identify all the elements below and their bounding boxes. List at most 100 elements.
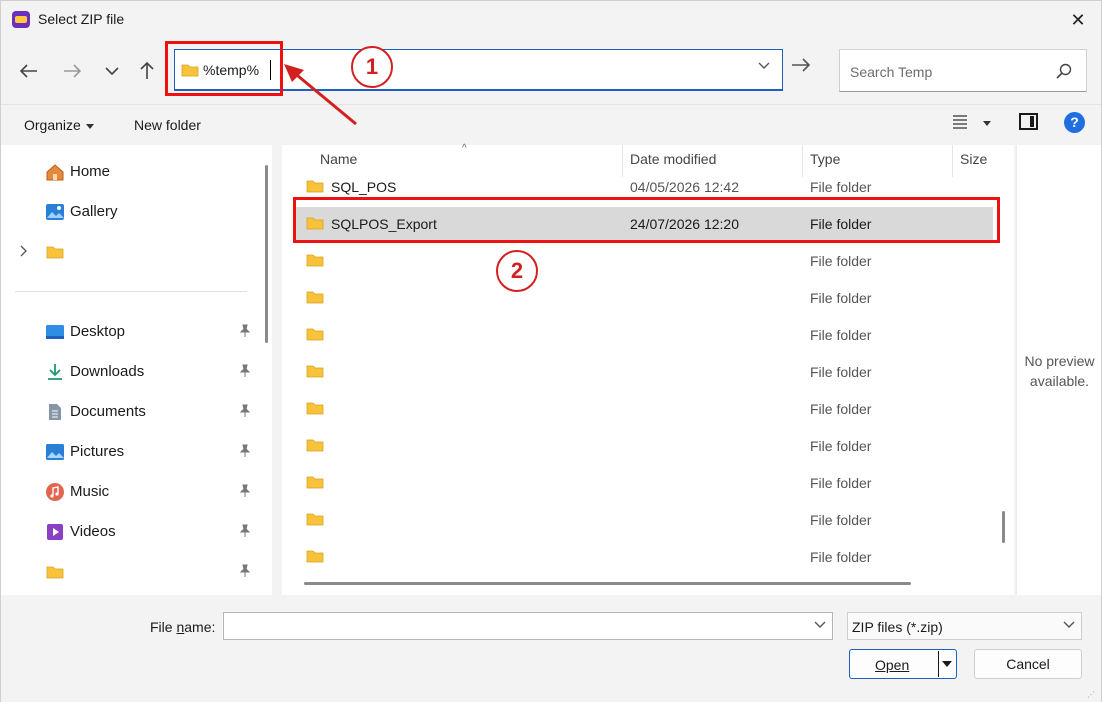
nav-item-pictures[interactable]: Pictures: [1, 437, 256, 467]
documents-icon: [45, 402, 65, 422]
nav-label: Pictures: [70, 443, 125, 460]
recent-locations-button[interactable]: [98, 57, 126, 85]
file-type: File folder: [810, 364, 872, 380]
nav-label: Gallery: [70, 203, 118, 220]
file-row[interactable]: File folder: [296, 540, 996, 574]
command-bar: Organize New folder: [1, 104, 1101, 144]
pin-icon[interactable]: [239, 564, 251, 578]
file-name-input[interactable]: [223, 612, 833, 640]
organize-label: Organize: [24, 117, 81, 133]
help-button[interactable]: ?: [1064, 112, 1085, 133]
open-button[interactable]: Open: [849, 649, 957, 679]
open-options-caret-icon[interactable]: [942, 661, 952, 667]
file-row[interactable]: File folder: [296, 318, 996, 352]
nav-item-videos[interactable]: Videos: [1, 517, 256, 547]
nav-label: Documents: [70, 403, 146, 420]
file-type: File folder: [810, 253, 872, 269]
resize-grip-icon[interactable]: ⋰: [1087, 690, 1095, 699]
nav-item-downloads[interactable]: Downloads: [1, 357, 256, 387]
folder-icon: [306, 476, 324, 489]
nav-label: Home: [70, 163, 111, 180]
gallery-icon: [45, 202, 65, 222]
folder-icon: [45, 562, 65, 582]
preview-pane-toggle[interactable]: [1019, 113, 1038, 130]
folder-icon: [306, 180, 324, 193]
file-row[interactable]: File folder: [296, 466, 996, 500]
nav-item-folder[interactable]: [1, 237, 256, 267]
column-header-size[interactable]: Size: [960, 151, 987, 167]
pictures-icon: [45, 442, 65, 462]
back-button[interactable]: [15, 57, 43, 85]
organize-button[interactable]: Organize: [24, 117, 94, 133]
pin-icon[interactable]: [239, 484, 251, 498]
nav-scrollbar[interactable]: [265, 165, 268, 343]
nav-item-gallery[interactable]: Gallery: [1, 197, 256, 227]
column-header-date[interactable]: Date modified: [630, 151, 716, 167]
pin-icon[interactable]: [239, 324, 251, 338]
cancel-button[interactable]: Cancel: [974, 649, 1082, 679]
pin-icon[interactable]: [239, 364, 251, 378]
download-icon: [45, 362, 65, 382]
open-label: Open: [875, 657, 910, 673]
column-header-name[interactable]: Name: [320, 151, 357, 167]
navigation-pane: Home Gallery Desktop Downloads Documents: [1, 145, 272, 595]
file-type-value: ZIP files (*.zip): [852, 619, 943, 635]
nav-item-music[interactable]: Music: [1, 477, 256, 507]
close-button[interactable]: ✕: [1065, 7, 1091, 33]
nav-item-documents[interactable]: Documents: [1, 397, 256, 427]
file-row[interactable]: File folder: [296, 429, 996, 463]
file-type: File folder: [810, 327, 872, 343]
title-bar: Select ZIP file ✕: [1, 1, 1101, 39]
pin-icon[interactable]: [239, 524, 251, 538]
file-type: File folder: [810, 512, 872, 528]
file-row[interactable]: File folder: [296, 392, 996, 426]
file-row[interactable]: File folder: [296, 244, 996, 278]
chevron-down-icon[interactable]: [814, 621, 826, 628]
split-divider: [938, 651, 939, 677]
music-icon: [45, 482, 65, 502]
up-arrow-icon: [140, 62, 154, 79]
file-type-select[interactable]: ZIP files (*.zip): [847, 612, 1082, 640]
nav-divider: [15, 291, 247, 292]
file-name-label-part: ame:: [184, 619, 216, 635]
view-options-caret-icon[interactable]: [983, 121, 991, 126]
nav-label: Downloads: [70, 363, 145, 380]
search-box[interactable]: Search Temp: [839, 49, 1087, 92]
search-icon[interactable]: [1056, 63, 1072, 79]
folder-icon: [45, 242, 65, 262]
new-folder-button[interactable]: New folder: [134, 117, 201, 133]
file-type: File folder: [810, 401, 872, 417]
file-list-vertical-scrollbar[interactable]: [1002, 511, 1005, 543]
folder-icon: [306, 365, 324, 378]
nav-label: Videos: [70, 523, 116, 540]
nav-item-home[interactable]: Home: [1, 157, 256, 187]
file-name-label: File name:: [150, 619, 215, 635]
nav-item-pinned-folder[interactable]: [1, 557, 256, 587]
annotation-arrow-icon: [284, 64, 357, 126]
go-button[interactable]: [791, 57, 811, 76]
dialog-footer: File name: ZIP files (*.zip) Open Cancel…: [1, 595, 1101, 702]
file-list-horizontal-scrollbar[interactable]: [304, 582, 911, 585]
back-arrow-icon: [20, 64, 37, 78]
chevron-right-icon[interactable]: [20, 245, 27, 257]
forward-button[interactable]: [58, 57, 86, 85]
file-row[interactable]: File folder: [296, 281, 996, 315]
up-button[interactable]: [133, 57, 161, 85]
nav-item-desktop[interactable]: Desktop: [1, 317, 256, 347]
highlight-address-bar: [165, 41, 283, 96]
file-row[interactable]: File folder: [296, 355, 996, 389]
file-row[interactable]: File folder: [296, 503, 996, 537]
chevron-down-icon: [1063, 621, 1075, 628]
pin-icon[interactable]: [239, 444, 251, 458]
arrow-right-icon: [792, 58, 811, 72]
forward-arrow-icon: [64, 64, 81, 78]
search-placeholder: Search Temp: [850, 64, 933, 80]
chevron-down-icon[interactable]: [758, 62, 770, 69]
pin-icon[interactable]: [239, 404, 251, 418]
step-badge-2: 2: [496, 250, 538, 292]
preview-line-1: No preview: [1024, 353, 1095, 369]
view-list-icon[interactable]: [951, 113, 969, 129]
folder-icon: [306, 328, 324, 341]
column-header-type[interactable]: Type: [810, 151, 840, 167]
desktop-icon: [45, 322, 65, 342]
